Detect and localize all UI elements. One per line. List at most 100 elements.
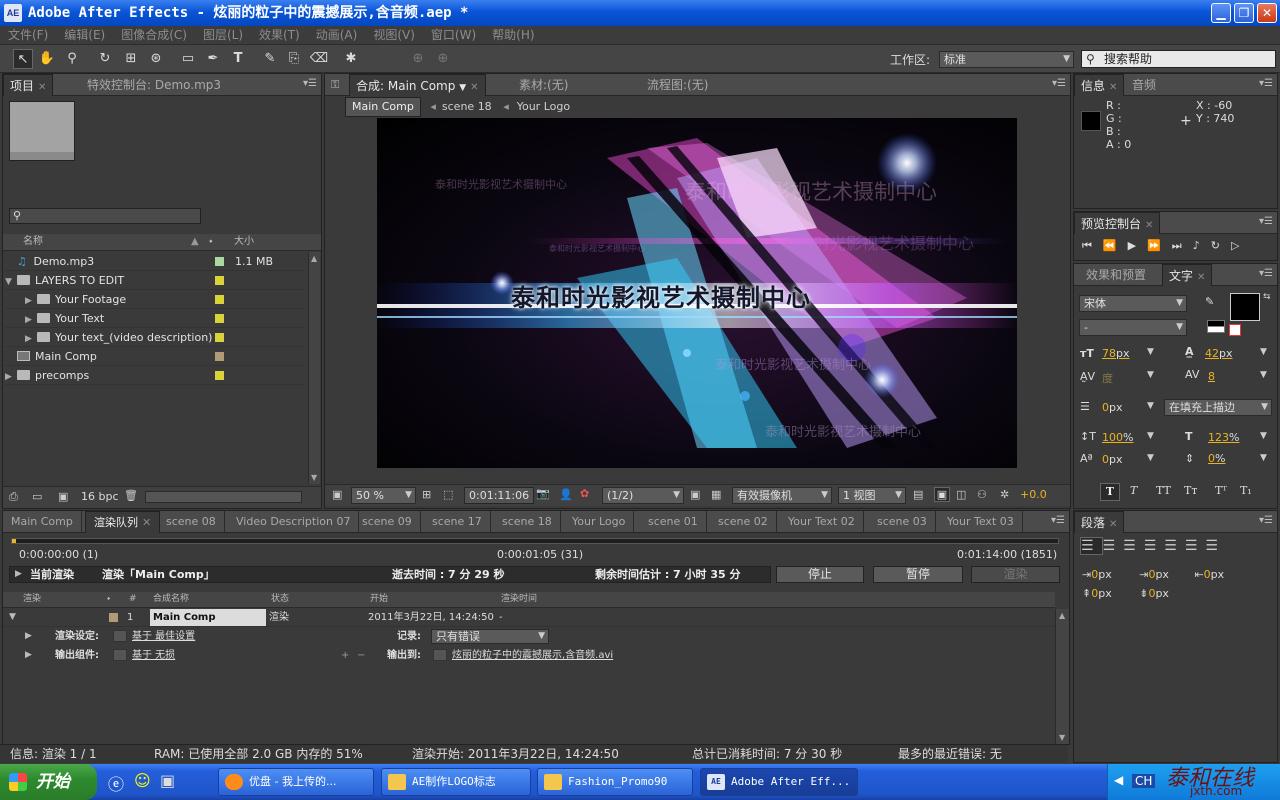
tab-info[interactable]: 信息 ✕	[1074, 74, 1125, 96]
panel-menu-icon[interactable]: ▾☰	[1259, 515, 1273, 526]
text-tool-icon[interactable]: T	[228, 49, 248, 69]
chevron-down-icon[interactable]: ▼	[1260, 370, 1267, 380]
superscript-icon[interactable]: Tᵀ	[1215, 484, 1227, 497]
column-comp-name[interactable]: 合成名称	[153, 592, 189, 607]
puppet-pin-tool-icon[interactable]: ✱	[341, 49, 361, 69]
current-time-field[interactable]: 0:01:11:06	[464, 487, 535, 504]
list-item[interactable]: Main Comp	[5, 347, 305, 366]
flowchart-icon[interactable]: ⚇	[977, 488, 987, 501]
brush-tool-icon[interactable]: ✎	[260, 49, 280, 69]
project-search-input[interactable]: ⚲	[9, 208, 201, 224]
transparency-grid-icon[interactable]: ▦	[711, 488, 721, 501]
tab-scene-17[interactable]: scene 17	[424, 511, 491, 533]
remove-output-icon[interactable]: −	[357, 647, 365, 664]
tab-composition[interactable]: 合成: Main Comp ▼ ✕	[349, 74, 486, 96]
breadcrumb-your-logo[interactable]: Your Logo	[517, 100, 570, 113]
show-snapshot-icon[interactable]: 👤	[559, 488, 573, 501]
new-folder-icon[interactable]: ▭	[32, 490, 42, 503]
interpret-footage-icon[interactable]: ⎙	[9, 490, 18, 504]
baseline-shift-value[interactable]: 0px	[1102, 453, 1123, 466]
align-right-icon[interactable]: ☰	[1123, 538, 1144, 554]
dropdown-toggle[interactable]	[113, 649, 127, 661]
panel-menu-icon[interactable]: ▾☰	[303, 78, 317, 89]
column-status[interactable]: 状态	[271, 592, 289, 607]
search-help-input[interactable]: ⚲ 搜索帮助	[1081, 50, 1276, 68]
tab-preview[interactable]: 预览控制台 ✕	[1074, 212, 1161, 234]
hand-tool-icon[interactable]: ✋	[37, 49, 57, 69]
render-button[interactable]: 渲染	[971, 566, 1060, 583]
tab-footage[interactable]: 素材:(无)	[513, 74, 574, 96]
column-render[interactable]: 渲染	[23, 592, 41, 607]
expand-right-icon[interactable]: ▶	[15, 567, 22, 582]
faux-bold-icon[interactable]: T	[1100, 483, 1120, 501]
font-size-value[interactable]: 78px	[1102, 347, 1130, 360]
taskbar-item-udisk[interactable]: 优盘 - 我上传的...	[218, 768, 374, 796]
panel-menu-icon[interactable]: ▾☰	[1259, 268, 1273, 279]
menu-edit[interactable]: 编辑(E)	[56, 26, 113, 45]
panel-menu-icon[interactable]: ▾☰	[1052, 78, 1066, 89]
breadcrumb-main-comp[interactable]: Main Comp	[345, 97, 421, 117]
tab-scene-08[interactable]: scene 08	[158, 511, 225, 533]
expand-down-icon[interactable]: ▼	[9, 609, 16, 626]
last-frame-icon[interactable]: ⏭	[1172, 239, 1193, 252]
menu-effect[interactable]: 效果(T)	[251, 26, 308, 45]
panel-menu-icon[interactable]: ▾☰	[1051, 515, 1065, 526]
tab-your-logo[interactable]: Your Logo	[564, 511, 635, 533]
align-center-icon[interactable]: ☰	[1103, 538, 1124, 554]
all-caps-icon[interactable]: TT	[1156, 484, 1171, 497]
menu-window[interactable]: 窗口(W)	[423, 26, 484, 45]
render-queue-scrollbar[interactable]: ▲ ▼	[1055, 609, 1069, 744]
eyedropper-icon[interactable]: ✎	[1205, 295, 1214, 308]
audio-icon[interactable]: ♪	[1193, 239, 1211, 252]
table-row[interactable]: ▼ 1 Main Comp 渲染 2011年3月22日, 14:24:50 -	[3, 609, 1055, 627]
trash-icon[interactable]: 🗑	[124, 489, 138, 502]
close-button[interactable]: ✕	[1257, 3, 1277, 23]
resolution-dropdown[interactable]: (1/2) ▼	[602, 487, 684, 504]
align-left-icon[interactable]: ☰	[1080, 537, 1103, 555]
tab-scene-01[interactable]: scene 01	[640, 511, 707, 533]
column-started[interactable]: 开始	[370, 592, 388, 607]
chevron-down-icon[interactable]: ▼	[1147, 347, 1154, 357]
chevron-down-icon[interactable]: ▼	[1260, 431, 1267, 441]
fill-color-swatch[interactable]	[1230, 293, 1260, 321]
list-item[interactable]: ▶ Your text_(video description)	[5, 328, 305, 347]
project-scrollbar[interactable]: ▲ ▼	[308, 252, 320, 484]
tsume-value[interactable]: 0%	[1208, 452, 1225, 465]
dropdown-toggle[interactable]	[113, 630, 127, 642]
taskbar-item-after-effects[interactable]: AE Adobe After Eff...	[700, 768, 858, 796]
tab-render-queue[interactable]: 渲染队列 ✕	[85, 511, 161, 533]
exposure-reset-icon[interactable]: ✲	[1000, 488, 1009, 501]
tab-scene-09[interactable]: scene 09	[354, 511, 421, 533]
chevron-down-icon[interactable]: ▼	[1260, 347, 1267, 357]
first-frame-icon[interactable]: ⏮	[1082, 239, 1103, 252]
font-family-dropdown[interactable]: 宋体 ▼	[1079, 295, 1187, 312]
magnification-dropdown[interactable]: 50 % ▼	[351, 487, 416, 504]
tracking-value[interactable]: 8	[1208, 370, 1215, 383]
chevron-down-icon[interactable]: ▼	[1147, 370, 1154, 380]
always-preview-icon[interactable]: ▣	[332, 488, 342, 501]
fast-previews-icon[interactable]: ▣	[934, 487, 950, 502]
space-after-value[interactable]: 0px	[1148, 587, 1169, 600]
region-of-interest-icon[interactable]: ▣	[690, 488, 700, 501]
show-desktop-icon[interactable]: ▣	[160, 771, 175, 790]
small-caps-icon[interactable]: Tт	[1184, 484, 1197, 497]
dropdown-toggle[interactable]	[433, 649, 447, 661]
add-output-icon[interactable]: +	[341, 647, 349, 664]
ram-preview-icon[interactable]: ▷	[1231, 239, 1250, 252]
output-to-value[interactable]: 炫丽的粒子中的震撼展示,含音频.avi	[452, 647, 613, 664]
indent-left-value[interactable]: 0px	[1091, 568, 1112, 581]
selection-tool-icon[interactable]: ↖	[13, 49, 33, 69]
indent-first-value[interactable]: 0px	[1148, 568, 1169, 581]
minimize-button[interactable]: ▁	[1211, 3, 1231, 23]
list-item[interactable]: ▶ Your Text	[5, 309, 305, 328]
next-frame-icon[interactable]: ⏩	[1147, 239, 1172, 252]
tab-paragraph[interactable]: 段落 ✕	[1074, 511, 1125, 533]
chevron-down-icon[interactable]: ▼	[1260, 453, 1267, 463]
pan-behind-tool-icon[interactable]: ⊛	[146, 49, 166, 69]
chevron-down-icon[interactable]: ▼	[1147, 431, 1154, 441]
justify-left-icon[interactable]: ☰	[1144, 538, 1165, 554]
tab-scene-03[interactable]: scene 03	[869, 511, 936, 533]
previous-frame-icon[interactable]: ⏪	[1103, 239, 1128, 252]
start-button[interactable]: 开始	[0, 764, 97, 800]
leading-value[interactable]: 42px	[1205, 347, 1233, 360]
